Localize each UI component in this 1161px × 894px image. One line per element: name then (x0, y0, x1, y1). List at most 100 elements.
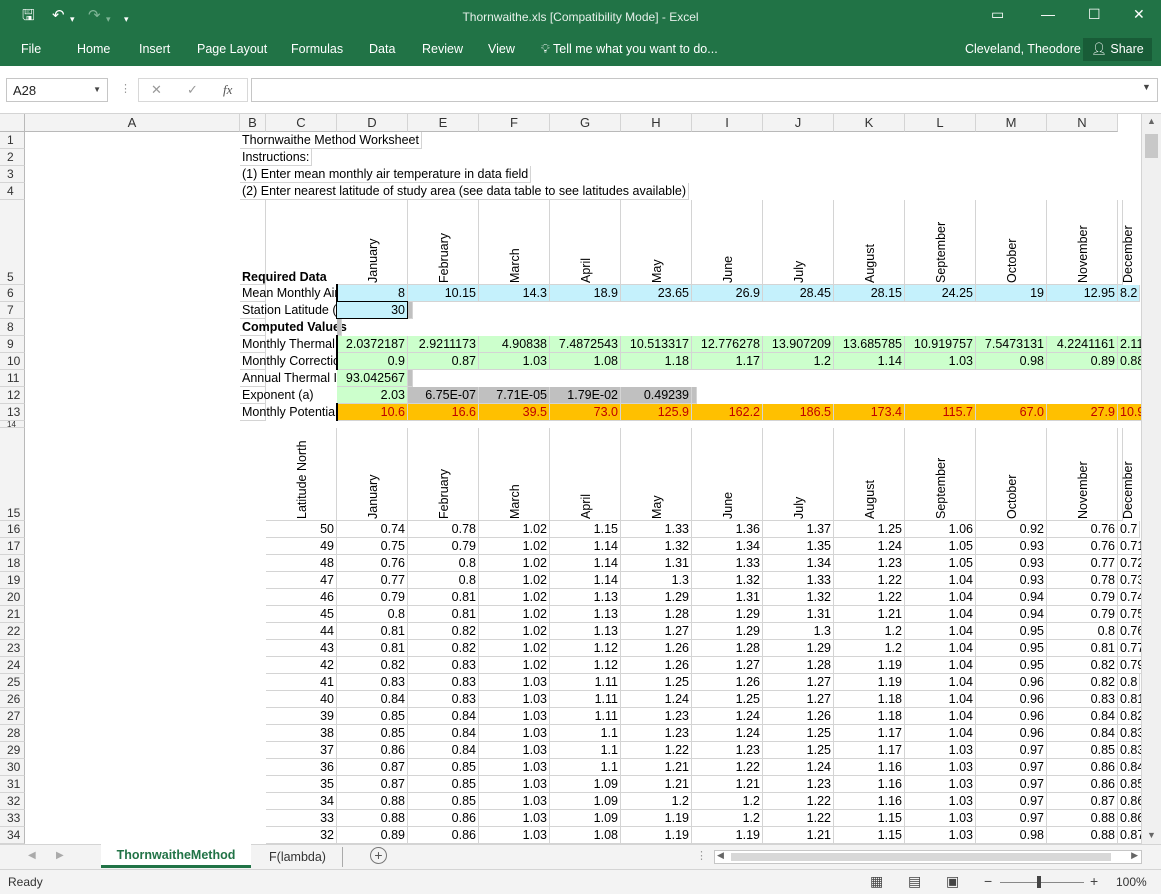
table-cell[interactable]: 1.2 (834, 640, 905, 657)
row-header[interactable]: 31 (0, 776, 25, 793)
table-cell[interactable]: 1.09 (550, 776, 621, 793)
month-header[interactable]: February (408, 428, 479, 521)
table-cell[interactable]: 1.03 (905, 776, 976, 793)
table-cell[interactable]: 0.85 (408, 776, 479, 793)
label-cell[interactable]: (1) Enter mean monthly air temperature i… (240, 166, 532, 183)
column-header[interactable]: J (763, 114, 834, 132)
table-cell[interactable]: 1.23 (834, 555, 905, 572)
exponent-term-cell[interactable]: 1.79E-02 (550, 387, 621, 404)
cancel-icon[interactable]: ✕ (151, 82, 162, 98)
table-cell[interactable]: 1.22 (763, 793, 834, 810)
table-cell[interactable]: 1.09 (550, 793, 621, 810)
table-cell[interactable]: 0.81 (408, 589, 479, 606)
month-header[interactable]: April (550, 428, 621, 521)
hscroll-thumb[interactable] (731, 853, 1111, 861)
table-cell[interactable]: 0.86 (1118, 810, 1141, 827)
month-header[interactable]: April (550, 200, 621, 285)
table-cell[interactable]: 0.72 (1118, 555, 1141, 572)
correction-cell[interactable]: 0.9 (337, 353, 408, 370)
table-cell[interactable]: 0.97 (976, 793, 1047, 810)
table-cell[interactable]: 0.93 (976, 538, 1047, 555)
gray-fill[interactable] (692, 387, 697, 404)
table-cell[interactable]: 0.93 (976, 572, 1047, 589)
tab-insert[interactable]: Insert (139, 42, 170, 56)
table-cell[interactable]: 1.19 (621, 827, 692, 844)
row-header[interactable]: 20 (0, 589, 25, 606)
correction-cell[interactable]: 0.98 (976, 353, 1047, 370)
tab-formulas[interactable]: Formulas (291, 42, 343, 56)
row-header[interactable]: 5 (0, 200, 25, 285)
thermal-index-cell[interactable]: 4.2241161 (1047, 336, 1118, 353)
month-header[interactable]: May (621, 428, 692, 521)
latitude-cell[interactable]: 35 (266, 776, 337, 793)
table-cell[interactable]: 0.81 (1118, 691, 1141, 708)
table-cell[interactable]: 1.03 (479, 827, 550, 844)
table-cell[interactable]: 0.85 (337, 708, 408, 725)
table-cell[interactable]: 1.29 (621, 589, 692, 606)
column-header[interactable]: D (337, 114, 408, 132)
table-cell[interactable]: 1.28 (621, 606, 692, 623)
temperature-input[interactable]: 28.15 (834, 285, 905, 302)
row-header[interactable]: 22 (0, 623, 25, 640)
table-cell[interactable]: 0.88 (337, 810, 408, 827)
table-cell[interactable]: 1.02 (479, 572, 550, 589)
table-cell[interactable]: 0.96 (976, 691, 1047, 708)
month-header[interactable]: December (1118, 200, 1135, 285)
correction-cell[interactable]: 1.17 (692, 353, 763, 370)
table-cell[interactable]: 1.11 (550, 674, 621, 691)
thermal-index-cell[interactable]: 4.90838 (479, 336, 550, 353)
correction-cell[interactable]: 1.08 (550, 353, 621, 370)
table-cell[interactable]: 1.12 (550, 657, 621, 674)
table-cell[interactable]: 1.35 (763, 538, 834, 555)
label-cell[interactable]: Exponent (a) (240, 387, 314, 404)
latitude-cell[interactable]: 49 (266, 538, 337, 555)
table-cell[interactable]: 1.02 (479, 640, 550, 657)
correction-cell[interactable]: 1.18 (621, 353, 692, 370)
table-cell[interactable]: 1.02 (479, 589, 550, 606)
table-cell[interactable]: 0.86 (1118, 793, 1141, 810)
scroll-down-icon[interactable]: ▼ (1147, 830, 1156, 840)
row-header[interactable]: 24 (0, 657, 25, 674)
month-header[interactable]: February (408, 200, 479, 285)
label-cell[interactable]: Monthly Correction Coefficient (F(λ)) (240, 353, 443, 370)
table-cell[interactable]: 0.83 (1118, 742, 1141, 759)
table-cell[interactable]: 0.88 (337, 793, 408, 810)
scroll-thumb[interactable] (1145, 134, 1158, 158)
row-header[interactable]: 27 (0, 708, 25, 725)
temperature-input[interactable]: 8.2 (1118, 285, 1141, 302)
month-header[interactable]: August (834, 200, 905, 285)
pet-cell[interactable]: 186.5 (763, 404, 834, 421)
column-header[interactable]: L (905, 114, 976, 132)
table-cell[interactable]: 1.23 (692, 742, 763, 759)
column-header[interactable]: B (240, 114, 266, 132)
label-cell[interactable]: Mean Monthly Air Temperature (ºC) (240, 285, 437, 302)
row-header[interactable]: 10 (0, 353, 25, 370)
table-cell[interactable]: 0.76 (1047, 521, 1118, 538)
table-cell[interactable]: 1.08 (550, 827, 621, 844)
table-cell[interactable]: 0.88 (1047, 827, 1118, 844)
table-cell[interactable]: 0.84 (1047, 725, 1118, 742)
table-cell[interactable]: 1.02 (479, 538, 550, 555)
row-header[interactable]: 3 (0, 166, 25, 183)
correction-cell[interactable]: 1.2 (763, 353, 834, 370)
row-header[interactable]: 32 (0, 793, 25, 810)
table-cell[interactable]: 1.17 (834, 725, 905, 742)
month-header[interactable]: March (479, 428, 550, 521)
table-cell[interactable]: 1.27 (763, 674, 834, 691)
temperature-input[interactable]: 26.9 (692, 285, 763, 302)
zoom-in-icon[interactable]: + (1090, 873, 1098, 889)
table-cell[interactable]: 0.95 (976, 640, 1047, 657)
table-cell[interactable]: 0.98 (976, 827, 1047, 844)
table-cell[interactable]: 0.96 (976, 708, 1047, 725)
table-cell[interactable]: 0.87 (337, 759, 408, 776)
add-sheet-icon[interactable]: + (370, 847, 387, 864)
thermal-index-cell[interactable]: 7.4872543 (550, 336, 621, 353)
column-header[interactable]: F (479, 114, 550, 132)
table-cell[interactable]: 0.83 (337, 674, 408, 691)
row-header[interactable]: 6 (0, 285, 25, 302)
table-cell[interactable]: 1.23 (763, 776, 834, 793)
table-cell[interactable]: 1.03 (479, 708, 550, 725)
tell-me-box[interactable]: 💡︎ Tell me what you want to do... (541, 42, 718, 57)
table-cell[interactable]: 0.95 (976, 657, 1047, 674)
table-cell[interactable]: 1.06 (905, 521, 976, 538)
